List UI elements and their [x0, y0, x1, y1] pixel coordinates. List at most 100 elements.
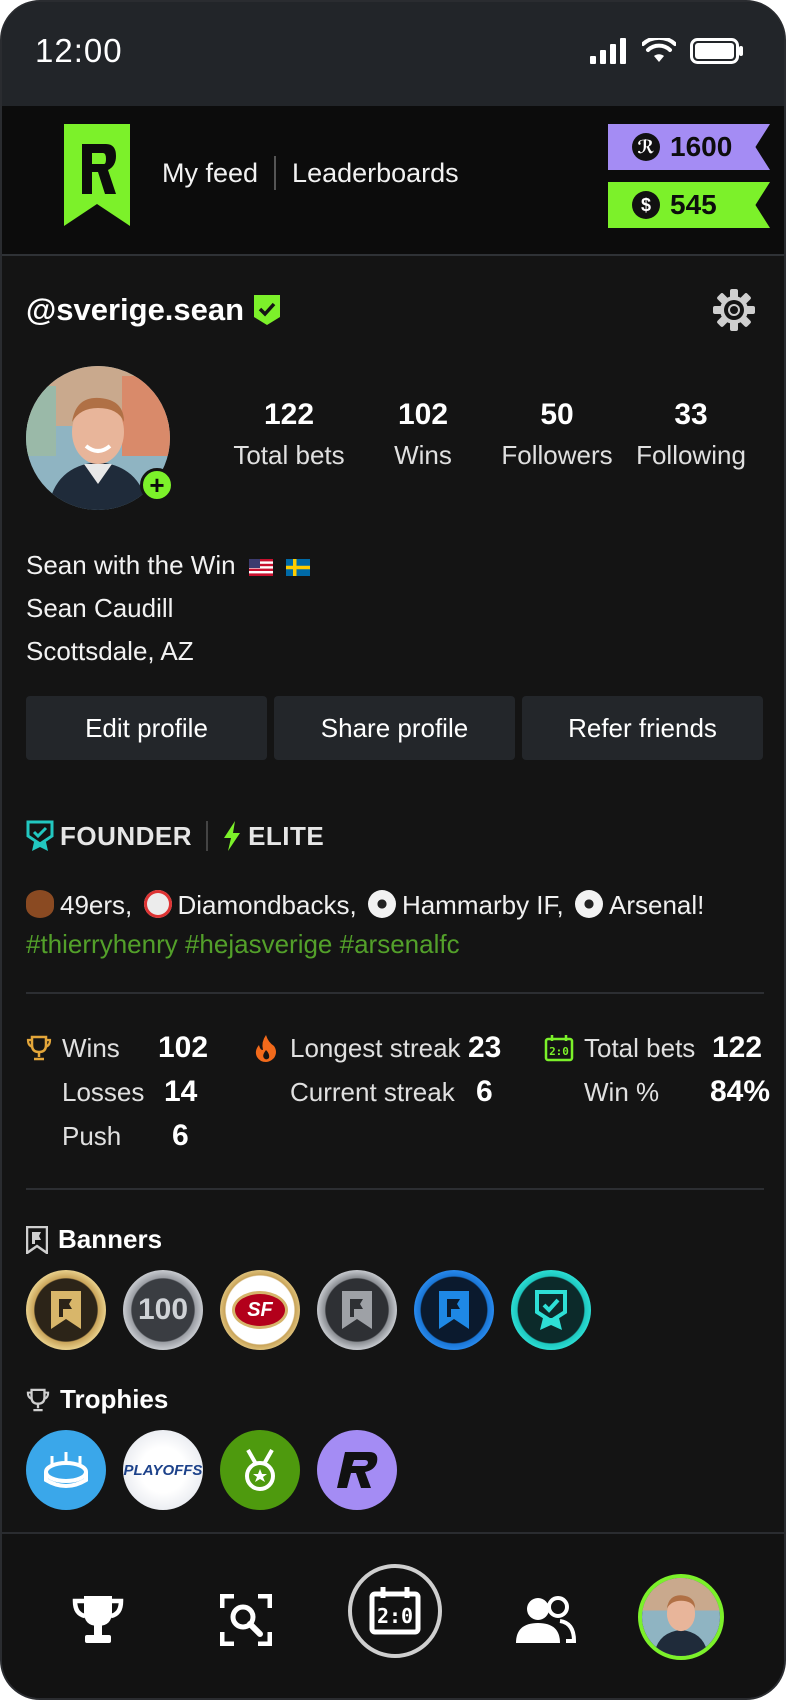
banners-heading: Banners — [26, 1224, 162, 1255]
people-icon — [516, 1596, 576, 1643]
profile-avatar-icon — [642, 1578, 720, 1656]
app-logo-icon[interactable] — [64, 124, 130, 226]
nav-my-feed[interactable]: My feed — [162, 158, 258, 189]
trophy-small-icon — [26, 1035, 52, 1061]
scoreboard-text: 2:0 — [377, 1604, 413, 1628]
profile-avatar[interactable]: + — [26, 366, 174, 510]
tab-scores[interactable]: 2:0 — [348, 1564, 442, 1658]
soccer-ball-icon — [367, 890, 396, 918]
points-icon: ℛ — [632, 133, 660, 161]
stat-followers[interactable]: 50 Followers — [490, 398, 624, 471]
cash-balance-badge[interactable]: $ 545 — [608, 182, 770, 228]
silver-flag-banner-icon[interactable] — [317, 1270, 397, 1350]
edit-profile-button[interactable]: Edit profile — [26, 696, 267, 760]
stat-value: 33 — [674, 398, 708, 431]
full-name: Sean Caudill — [26, 593, 174, 623]
trophy-icon — [72, 1596, 124, 1643]
medal-trophy-icon[interactable] — [220, 1430, 300, 1510]
app-header: My feed Leaderboards ℛ 1600 $ 545 — [2, 106, 784, 256]
win-pct-value: 84% — [710, 1075, 771, 1108]
profile-bio: Sean with the Win Sean Caudill Scottsdal… — [26, 544, 311, 673]
header-nav: My feed Leaderboards — [162, 156, 459, 190]
banner-flag-icon — [26, 1225, 48, 1254]
banners-list: 100 SF — [26, 1270, 591, 1350]
us-flag-icon — [248, 558, 273, 576]
flame-icon — [255, 1035, 276, 1062]
battery-icon — [690, 38, 743, 64]
stat-wins[interactable]: 102 Wins — [356, 398, 490, 471]
founder-badge[interactable]: FOUNDER — [26, 820, 192, 852]
baseball-icon — [143, 890, 172, 918]
scoreboard-small-icon: 2:0 — [544, 1035, 574, 1062]
longest-streak-label: Longest streak — [290, 1032, 461, 1063]
stat-following[interactable]: 33 Following — [624, 398, 758, 471]
longest-streak-value: 23 — [468, 1031, 502, 1064]
membership-badges: FOUNDER ELITE — [26, 820, 324, 852]
stat-value: 50 — [540, 398, 574, 431]
lightning-icon — [224, 821, 241, 851]
total-bets-value: 122 — [712, 1031, 763, 1064]
nav-leaderboards[interactable]: Leaderboards — [292, 158, 459, 189]
search-scan-icon — [220, 1594, 272, 1646]
svg-text:2:0: 2:0 — [549, 1045, 569, 1058]
wins-label: Wins — [62, 1032, 120, 1063]
blue-flag-banner-icon[interactable] — [414, 1270, 494, 1350]
stadium-trophy-icon[interactable] — [26, 1430, 106, 1510]
stat-label: Following — [636, 440, 746, 470]
losses-value: 14 — [164, 1075, 198, 1108]
49ers-logo-banner-icon[interactable]: SF — [220, 1270, 300, 1350]
share-profile-button[interactable]: Share profile — [274, 696, 515, 760]
interests: 49ers, Diamondbacks, Hammarby IF, Arsena… — [26, 886, 704, 964]
username-row: @sverige.sean — [26, 292, 281, 328]
section-divider — [26, 1188, 764, 1190]
teal-check-banner-icon[interactable] — [511, 1270, 591, 1350]
scoreboard-icon: 2:0 — [369, 1587, 421, 1635]
gold-flag-banner-icon[interactable] — [26, 1270, 106, 1350]
tab-social[interactable] — [510, 1586, 578, 1654]
elite-label: ELITE — [248, 820, 325, 851]
founder-ribbon-icon — [26, 820, 54, 851]
stat-value: 102 — [397, 398, 449, 431]
tab-profile[interactable] — [638, 1574, 724, 1660]
stat-total-bets[interactable]: 122 Total bets — [222, 398, 356, 471]
badge-separator — [206, 821, 209, 851]
banners-title: Banners — [58, 1224, 163, 1254]
points-balance-badge[interactable]: ℛ 1600 — [608, 124, 770, 170]
49ers-oval: SF — [232, 1291, 288, 1329]
current-streak-label: Current streak — [290, 1076, 455, 1107]
points-balance: 1600 — [670, 131, 733, 162]
elite-badge[interactable]: ELITE — [222, 821, 324, 852]
status-icons — [590, 38, 744, 64]
record-totals-group: 2:0 Total bets 122 Win % 84% — [544, 1026, 770, 1114]
win-pct-label: Win % — [584, 1076, 660, 1107]
status-bar: 12:00 — [2, 2, 784, 106]
hundred-banner-icon[interactable]: 100 — [123, 1270, 203, 1350]
team-name: Hammarby IF, — [401, 890, 564, 920]
signal-icon — [590, 38, 626, 64]
profile-actions: Edit profile Share profile Refer friends — [26, 696, 763, 760]
hashtags[interactable]: #thierryhenry #hejasverige #arsenalfc — [26, 925, 704, 964]
tab-leaderboard[interactable] — [64, 1586, 132, 1654]
cash-balance: 545 — [670, 189, 717, 220]
playoffs-trophy-icon[interactable]: PLAYOFFS — [123, 1430, 203, 1510]
team-name: 49ers, — [60, 890, 133, 920]
push-label: Push — [62, 1120, 122, 1151]
refer-friends-button[interactable]: Refer friends — [522, 696, 763, 760]
soccer-ball-icon — [574, 890, 603, 918]
tab-search[interactable] — [212, 1586, 280, 1654]
display-name: Sean with the Win — [26, 550, 236, 580]
stat-value: 122 — [263, 398, 315, 431]
playoffs-label: PLAYOFFS — [123, 1461, 203, 1479]
bottom-tab-bar: 2:0 — [2, 1532, 784, 1698]
verified-shield-icon — [254, 295, 281, 325]
settings-gear-icon[interactable] — [712, 288, 756, 332]
trophies-list: PLAYOFFS — [26, 1430, 397, 1510]
trophies-heading: Trophies — [26, 1384, 168, 1415]
trophy-outline-icon — [26, 1388, 50, 1411]
add-photo-icon[interactable]: + — [140, 468, 174, 502]
brand-r-trophy-icon[interactable] — [317, 1430, 397, 1510]
nav-separator — [274, 156, 277, 190]
stat-label: Wins — [394, 440, 452, 470]
record-wins-group: Wins 102 Losses 14 Push 6 — [26, 1026, 208, 1158]
location: Scottsdale, AZ — [26, 636, 194, 666]
